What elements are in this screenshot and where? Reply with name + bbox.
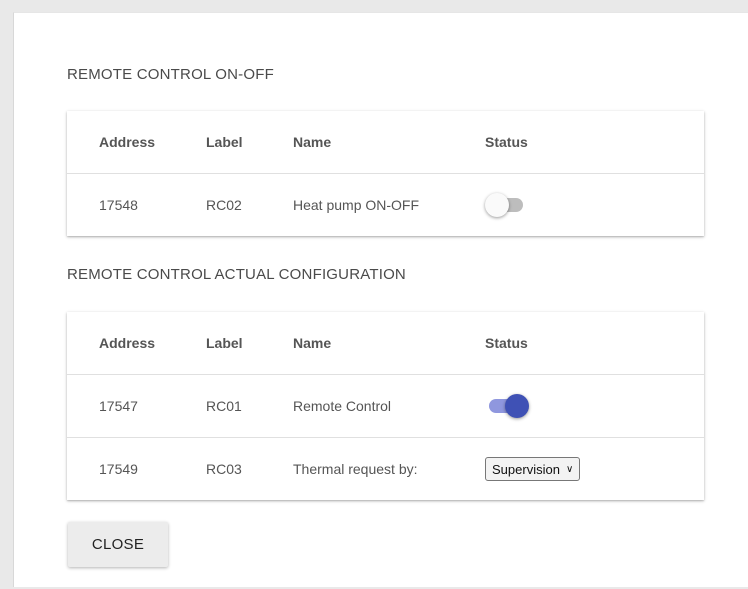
- thermal-request-select[interactable]: Supervision ∨: [485, 457, 581, 481]
- section-title-actual-configuration: REMOTE CONTROL ACTUAL CONFIGURATION: [67, 266, 406, 283]
- row-status: [485, 375, 529, 437]
- toggle-thumb: [485, 193, 509, 217]
- header-address: Address: [99, 335, 156, 351]
- header-status: Status: [485, 335, 528, 351]
- table-row: 17547 RC01 Remote Control: [67, 375, 704, 438]
- table-header-row: Address Label Name Status: [67, 312, 704, 375]
- row-address: 17549: [99, 461, 138, 477]
- header-address: Address: [99, 134, 156, 150]
- row-name: Heat pump ON-OFF: [293, 197, 420, 213]
- row-address: 17547: [99, 398, 138, 414]
- header-label: Label: [206, 335, 243, 351]
- row-status: [485, 174, 529, 236]
- row-status: Supervision ∨: [485, 438, 581, 500]
- header-status: Status: [485, 134, 528, 150]
- header-name: Name: [293, 335, 332, 351]
- on-off-table: Address Label Name Status 17548 RC02 Hea…: [67, 111, 704, 236]
- chevron-down-icon: ∨: [565, 463, 574, 475]
- configuration-table: Address Label Name Status 17547 RC01 Rem…: [67, 312, 704, 500]
- table-row: 17549 RC03 Thermal request by: Supervisi…: [67, 438, 704, 500]
- row-address: 17548: [99, 197, 138, 213]
- close-button[interactable]: CLOSE: [68, 522, 168, 567]
- section-title-on-off: REMOTE CONTROL ON-OFF: [67, 66, 274, 83]
- toggle-thumb: [505, 394, 529, 418]
- row-name: Thermal request by:: [293, 461, 418, 477]
- table-row: 17548 RC02 Heat pump ON-OFF: [67, 174, 704, 236]
- row-label: RC03: [206, 461, 242, 477]
- select-value: Supervision: [492, 461, 560, 477]
- heat-pump-toggle[interactable]: [485, 191, 529, 219]
- header-label: Label: [206, 134, 243, 150]
- header-name: Name: [293, 134, 332, 150]
- remote-control-toggle[interactable]: [485, 392, 529, 420]
- row-name: Remote Control: [293, 398, 392, 414]
- remote-control-dialog: REMOTE CONTROL ON-OFF Address Label Name…: [13, 12, 748, 587]
- table-header-row: Address Label Name Status: [67, 111, 704, 174]
- row-label: RC01: [206, 398, 242, 414]
- row-label: RC02: [206, 197, 242, 213]
